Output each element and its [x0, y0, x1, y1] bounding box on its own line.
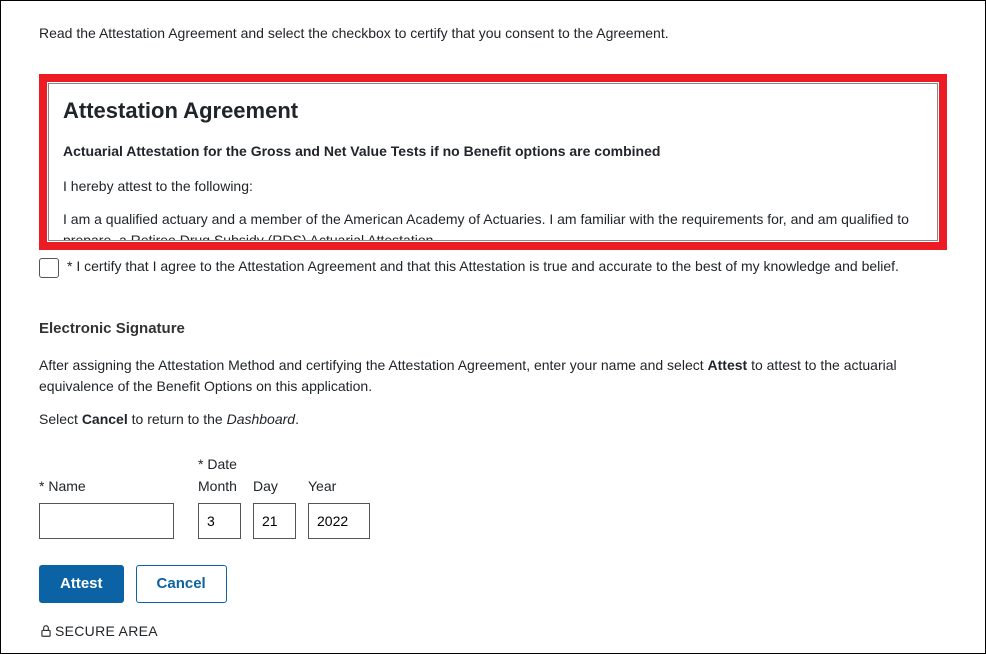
certify-label: * I certify that I agree to the Attestat…	[67, 256, 899, 277]
day-input[interactable]	[253, 503, 296, 539]
cancel-button[interactable]: Cancel	[136, 565, 227, 603]
agreement-scroll-box[interactable]: Attestation Agreement Actuarial Attestat…	[48, 83, 938, 241]
year-label: Year	[308, 475, 370, 497]
main-panel: Read the Attestation Agreement and selec…	[0, 0, 986, 654]
secure-area-label: SECURE AREA	[55, 621, 158, 642]
button-row: Attest Cancel	[39, 565, 947, 603]
signature-instruction-2: Select Cancel to return to the Dashboard…	[39, 409, 947, 430]
secure-area: SECURE AREA	[39, 621, 947, 642]
year-input[interactable]	[308, 503, 370, 539]
lock-icon	[39, 624, 53, 638]
agreement-title: Attestation Agreement	[63, 94, 923, 127]
name-input[interactable]	[39, 503, 174, 539]
certify-row: * I certify that I agree to the Attestat…	[39, 256, 947, 278]
signature-instruction-1: After assigning the Attestation Method a…	[39, 355, 947, 397]
day-label: Day	[253, 475, 296, 497]
month-label: Month	[198, 475, 241, 497]
intro-text: Read the Attestation Agreement and selec…	[39, 23, 947, 44]
signature-heading: Electronic Signature	[39, 318, 947, 341]
agreement-p1: I hereby attest to the following:	[63, 176, 923, 197]
agreement-p2: I am a qualified actuary and a member of…	[63, 209, 923, 241]
signature-fields: * Name * Date Month Day Year	[39, 454, 947, 539]
agreement-subhead: Actuarial Attestation for the Gross and …	[63, 141, 923, 162]
date-label: * Date	[198, 454, 241, 475]
name-field-group: * Name	[39, 475, 174, 539]
attest-button[interactable]: Attest	[39, 565, 124, 603]
name-label: * Name	[39, 475, 174, 497]
agreement-highlight-frame: Attestation Agreement Actuarial Attestat…	[39, 74, 947, 250]
month-input[interactable]	[198, 503, 241, 539]
certify-checkbox[interactable]	[39, 258, 59, 278]
date-field-group: * Date Month Day Year	[198, 454, 370, 539]
